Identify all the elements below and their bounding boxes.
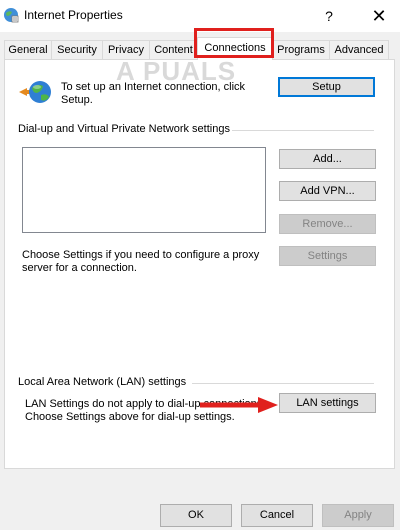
tab-programs[interactable]: Programs (272, 40, 330, 59)
window-title: Internet Properties (24, 8, 123, 22)
globe-network-icon (19, 81, 51, 103)
proxy-text-line1: Choose Settings if you need to configure… (22, 249, 260, 261)
ok-button[interactable]: OK (160, 504, 232, 527)
add-vpn-button[interactable]: Add VPN... (279, 181, 376, 201)
red-arrow-annotation (200, 397, 278, 413)
connections-tab-highlight (194, 28, 274, 58)
lan-group-divider (192, 383, 374, 384)
tab-security[interactable]: Security (51, 40, 103, 59)
setup-text-line2: Setup. (61, 94, 93, 106)
dialup-group-header: Dial-up and Virtual Private Network sett… (18, 123, 230, 135)
cancel-button[interactable]: Cancel (241, 504, 313, 527)
watermark: A PUALS (116, 56, 237, 86)
close-button[interactable]: ✕ (368, 5, 390, 27)
internet-options-icon (4, 8, 19, 23)
proxy-text-line2: server for a connection. (22, 262, 137, 274)
tab-general[interactable]: General (4, 40, 52, 59)
tab-advanced[interactable]: Advanced (329, 40, 389, 59)
add-button[interactable]: Add... (279, 149, 376, 169)
remove-button[interactable]: Remove... (279, 214, 376, 234)
help-button[interactable]: ? (318, 5, 340, 27)
settings-button[interactable]: Settings (279, 246, 376, 266)
setup-button[interactable]: Setup (278, 77, 375, 97)
apply-button[interactable]: Apply (322, 504, 394, 527)
lan-settings-button[interactable]: LAN settings (279, 393, 376, 413)
footer-divider (0, 470, 400, 471)
connection-list[interactable] (22, 147, 266, 233)
lan-group-header: Local Area Network (LAN) settings (18, 376, 187, 388)
dialup-group-divider (232, 130, 374, 131)
